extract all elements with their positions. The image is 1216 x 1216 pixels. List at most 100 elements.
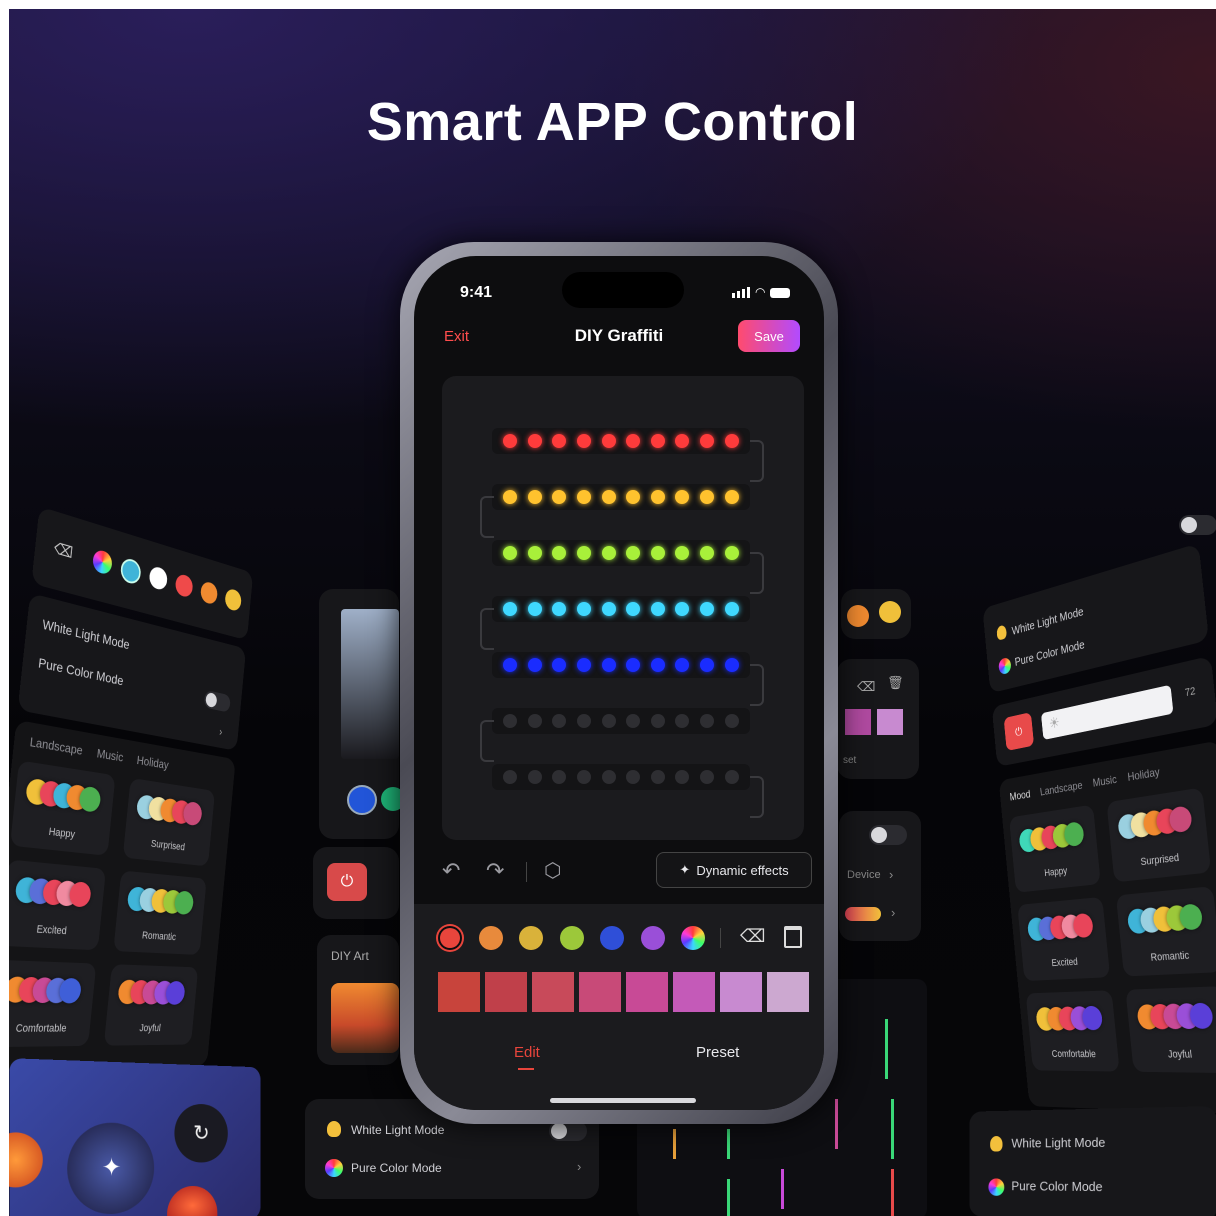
led-dot[interactable]	[601, 658, 616, 672]
trash-icon[interactable]	[784, 926, 802, 948]
undo-icon[interactable]: ↶	[442, 858, 460, 884]
scene-orb[interactable]	[167, 1185, 218, 1216]
scene-orb[interactable]	[9, 1132, 43, 1188]
color-chip[interactable]	[847, 605, 869, 627]
led-dot[interactable]	[626, 658, 641, 672]
led-dot[interactable]	[601, 770, 616, 784]
led-dot[interactable]	[503, 714, 518, 728]
color-chip[interactable]	[224, 587, 243, 613]
color-chip[interactable]	[347, 785, 377, 815]
shade-swatch[interactable]	[438, 972, 480, 1012]
led-dot[interactable]	[552, 490, 567, 504]
led-dot[interactable]	[552, 602, 567, 616]
gradient-picker[interactable]	[341, 609, 399, 759]
save-button[interactable]: Save	[738, 320, 800, 352]
color-chip[interactable]	[148, 564, 169, 592]
led-dot[interactable]	[626, 602, 641, 616]
redo-icon[interactable]: ↷	[486, 858, 504, 884]
preset-card[interactable]: Joyful	[1125, 986, 1216, 1074]
led-dot[interactable]	[577, 434, 592, 448]
led-row[interactable]	[492, 428, 750, 454]
led-row[interactable]	[492, 596, 750, 622]
led-row[interactable]	[492, 484, 750, 510]
device-toggle[interactable]	[869, 825, 907, 845]
chevron-right-icon[interactable]: ›	[219, 725, 223, 739]
chevron-right-icon[interactable]: ›	[891, 905, 895, 920]
category-tab[interactable]: Music	[96, 746, 124, 764]
color-chip[interactable]	[199, 580, 219, 606]
led-dot[interactable]	[577, 714, 592, 728]
eraser-icon[interactable]: ⌫	[740, 926, 765, 947]
preset-card[interactable]: Romantic	[113, 870, 207, 955]
led-dot[interactable]	[724, 546, 739, 560]
preset-card[interactable]: Comfortable	[9, 959, 97, 1048]
tab-edit[interactable]: Edit	[514, 1044, 540, 1061]
shade-swatch[interactable]	[845, 709, 871, 735]
white-light-mode-item[interactable]: White Light Mode	[1011, 604, 1084, 637]
led-row[interactable]	[492, 764, 750, 790]
pure-color-mode-item[interactable]: Pure Color Mode	[1011, 1179, 1102, 1195]
shade-swatch[interactable]	[720, 972, 762, 1012]
led-dot[interactable]	[650, 658, 665, 672]
led-dot[interactable]	[601, 434, 616, 448]
led-dot[interactable]	[503, 658, 518, 672]
led-dot[interactable]	[577, 770, 592, 784]
preset-card[interactable]: Romantic	[1115, 886, 1216, 977]
led-dot[interactable]	[503, 546, 518, 560]
led-dot[interactable]	[527, 770, 542, 784]
category-tab[interactable]: Holiday	[136, 753, 169, 772]
power-button[interactable]: ⏻	[327, 863, 367, 901]
preset-card[interactable]: Excited	[9, 859, 106, 951]
led-dot[interactable]	[601, 546, 616, 560]
white-light-mode-item[interactable]: White Light Mode	[1011, 1135, 1105, 1151]
led-dot[interactable]	[675, 714, 690, 728]
led-dot[interactable]	[527, 434, 542, 448]
preset-card[interactable]: Happy	[9, 760, 116, 856]
led-dot[interactable]	[577, 602, 592, 616]
shade-swatch[interactable]	[485, 972, 527, 1012]
led-dot[interactable]	[626, 770, 641, 784]
led-row[interactable]	[492, 652, 750, 678]
category-tab[interactable]: Music	[1092, 772, 1117, 789]
power-button[interactable]: ⏻	[1003, 712, 1035, 751]
preset-card[interactable]: Surprised	[1106, 787, 1212, 883]
color-wheel-button[interactable]	[681, 926, 705, 950]
led-dot[interactable]	[675, 602, 690, 616]
pure-color-mode-item[interactable]: Pure Color Mode	[38, 655, 125, 689]
category-tab[interactable]: Mood	[1009, 788, 1031, 804]
led-dot[interactable]	[577, 546, 592, 560]
eraser-icon[interactable]: ⌫	[857, 679, 875, 695]
palette-color[interactable]	[440, 928, 460, 948]
device-label[interactable]: Device	[847, 869, 881, 881]
shade-swatch[interactable]	[532, 972, 574, 1012]
preset-card[interactable]: Joyful	[103, 964, 199, 1046]
led-dot[interactable]	[626, 490, 641, 504]
led-dot[interactable]	[724, 770, 739, 784]
led-dot[interactable]	[700, 714, 715, 728]
led-dot[interactable]	[675, 770, 690, 784]
eraser-icon[interactable]: ⌫	[53, 539, 74, 563]
pure-color-mode-item[interactable]: Pure Color Mode	[1014, 637, 1085, 668]
led-dot[interactable]	[650, 714, 665, 728]
shade-swatch[interactable]	[673, 972, 715, 1012]
led-dot[interactable]	[503, 770, 518, 784]
led-dot[interactable]	[724, 658, 739, 672]
trash-icon[interactable]: 🗑	[887, 675, 904, 691]
led-dot[interactable]	[552, 546, 567, 560]
led-dot[interactable]	[503, 434, 518, 448]
led-dot[interactable]	[527, 658, 542, 672]
dynamic-effects-button[interactable]: ✦ Dynamic effects	[656, 852, 812, 888]
led-dot[interactable]	[650, 546, 665, 560]
preset-card[interactable]: Comfortable	[1025, 990, 1120, 1072]
led-dot[interactable]	[724, 602, 739, 616]
mode-toggle[interactable]	[203, 689, 231, 713]
led-row[interactable]	[492, 708, 750, 734]
led-dot[interactable]	[601, 490, 616, 504]
led-dot[interactable]	[700, 546, 715, 560]
palette-color[interactable]	[559, 926, 584, 950]
brightness-slider[interactable]: ☀	[1040, 684, 1174, 740]
led-dot[interactable]	[724, 714, 739, 728]
led-dot[interactable]	[527, 602, 542, 616]
color-wheel-chip[interactable]	[91, 548, 113, 576]
tab-preset[interactable]: Preset	[696, 1044, 739, 1061]
